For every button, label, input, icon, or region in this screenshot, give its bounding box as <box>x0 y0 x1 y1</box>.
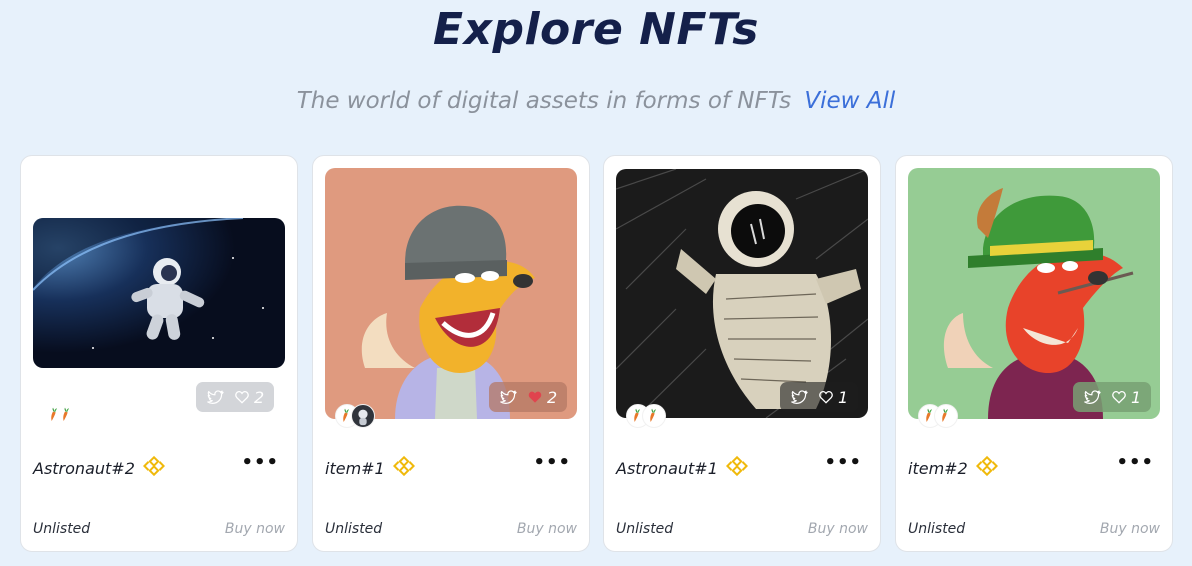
nft-card-astronaut-1[interactable]: 1 Astronaut#1 ••• Unlisted Buy now <box>603 155 881 552</box>
nft-image-astronaut-1[interactable] <box>616 169 868 418</box>
twitter-icon[interactable] <box>790 388 808 406</box>
like-button[interactable]: 1 <box>1111 388 1141 407</box>
owner-avatars <box>47 404 75 430</box>
nft-name: item#1 <box>325 458 385 478</box>
bnb-icon <box>143 455 165 481</box>
more-options-button[interactable]: ••• <box>533 454 571 472</box>
nft-name: Astronaut#1 <box>616 458 718 478</box>
bnb-icon <box>976 455 998 481</box>
social-stats-pill: 2 <box>489 382 568 412</box>
social-stats-pill: 1 <box>780 382 859 412</box>
twitter-icon[interactable] <box>1083 388 1101 406</box>
buy-now-button[interactable]: Buy now <box>225 521 285 537</box>
nft-card-item-2[interactable]: 1 item#2 ••• Unlisted Buy now <box>895 155 1173 552</box>
owner-avatars <box>918 404 958 428</box>
nft-image-astronaut-2[interactable] <box>33 218 285 368</box>
heart-icon <box>1111 389 1127 405</box>
nft-name: Astronaut#2 <box>33 458 135 478</box>
listing-status: Unlisted <box>616 521 674 537</box>
page-title: Explore NFTs <box>433 4 759 55</box>
carrot-icon <box>59 404 75 430</box>
nft-name-row: item#1 <box>325 455 415 481</box>
like-count: 1 <box>838 387 849 407</box>
like-button[interactable]: 2 <box>234 388 264 407</box>
bnb-icon <box>393 455 415 481</box>
nft-name-row: Astronaut#2 <box>33 455 165 481</box>
astronaut-avatar[interactable] <box>351 404 375 428</box>
heart-icon <box>818 389 834 405</box>
more-options-button[interactable]: ••• <box>241 454 279 472</box>
more-options-button[interactable]: ••• <box>824 454 862 472</box>
social-stats-pill: 2 <box>196 382 275 412</box>
listing-status: Unlisted <box>325 521 383 537</box>
carrot-avatar[interactable] <box>642 404 666 428</box>
buy-now-button[interactable]: Buy now <box>1100 521 1160 537</box>
nft-name-row: item#2 <box>908 455 998 481</box>
view-all-link[interactable]: View All <box>804 88 895 114</box>
bnb-icon <box>726 455 748 481</box>
like-button[interactable]: 2 <box>527 388 557 407</box>
owner-avatars <box>335 404 375 428</box>
buy-now-button[interactable]: Buy now <box>517 521 577 537</box>
page-subtitle: The world of digital assets in forms of … <box>296 88 792 114</box>
like-button[interactable]: 1 <box>818 388 848 407</box>
listing-status: Unlisted <box>908 521 966 537</box>
twitter-icon[interactable] <box>499 388 517 406</box>
subtitle-row: The world of digital assets in forms of … <box>0 88 1192 114</box>
carrot-avatar[interactable] <box>934 404 958 428</box>
owner-avatars <box>626 404 666 428</box>
twitter-icon[interactable] <box>206 388 224 406</box>
nft-card-item-1[interactable]: 2 item#1 ••• Unlisted Buy now <box>312 155 590 552</box>
nft-card-astronaut-2[interactable]: 2 Astronaut#2 ••• Unlisted Buy now <box>20 155 298 552</box>
nft-name: item#2 <box>908 458 968 478</box>
like-count: 2 <box>547 387 558 407</box>
social-stats-pill: 1 <box>1073 382 1152 412</box>
like-count: 1 <box>1131 387 1142 407</box>
heart-icon <box>234 389 250 405</box>
buy-now-button[interactable]: Buy now <box>808 521 868 537</box>
nft-name-row: Astronaut#1 <box>616 455 748 481</box>
more-options-button[interactable]: ••• <box>1116 454 1154 472</box>
heart-filled-icon <box>527 389 543 405</box>
listing-status: Unlisted <box>33 521 91 537</box>
like-count: 2 <box>254 387 265 407</box>
